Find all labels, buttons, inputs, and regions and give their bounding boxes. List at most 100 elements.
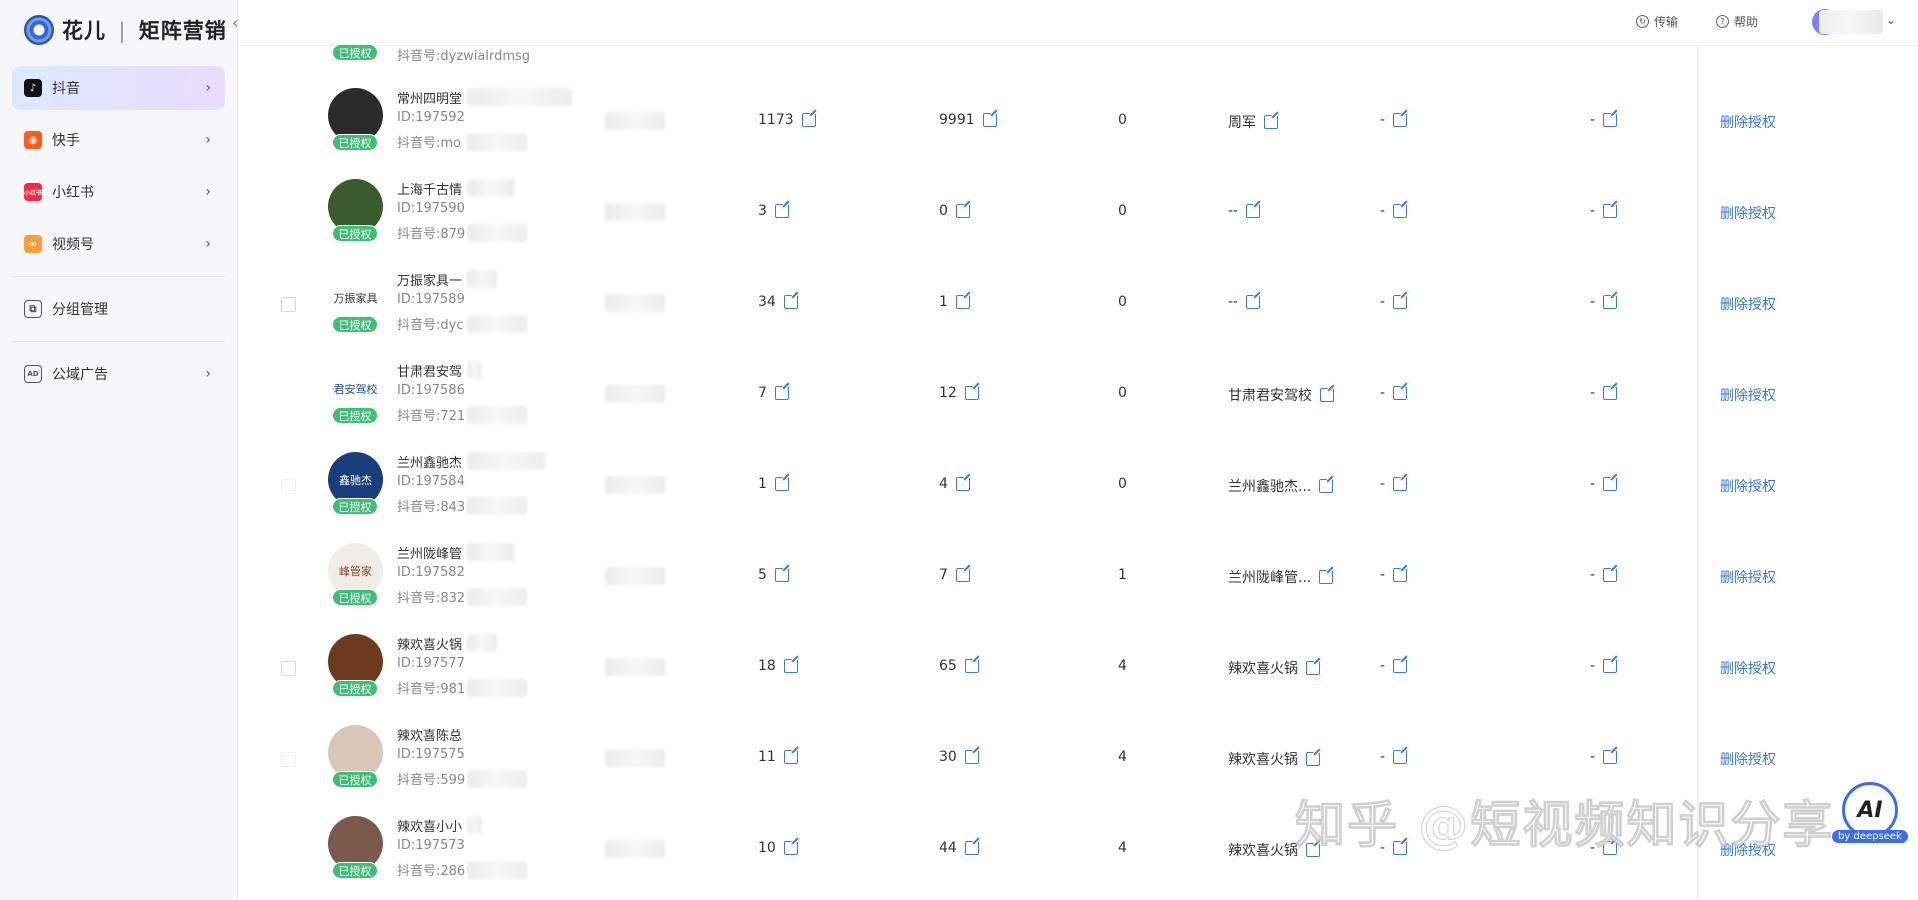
user-name-blurred[interactable] — [1819, 10, 1883, 34]
sidebar-item-douyin[interactable]: ♪ 抖音 › — [12, 66, 225, 110]
edit-icon[interactable] — [774, 386, 789, 400]
edit-icon[interactable] — [1603, 841, 1618, 855]
field-cell-5: - — [1380, 203, 1408, 219]
edit-icon[interactable] — [1603, 568, 1618, 582]
delete-authorization-link[interactable]: 删除授权 — [1720, 840, 1776, 860]
edit-icon[interactable] — [964, 841, 979, 855]
delete-authorization-link[interactable]: 删除授权 — [1720, 294, 1776, 314]
table-row: 君安驾校 已授权 甘肃君安驾 ID:197586 抖音号:721 7 12 0 甘肃君安驾校 - -… — [239, 351, 1918, 442]
edit-icon[interactable] — [1319, 570, 1334, 584]
metric-value: 10 — [758, 840, 776, 856]
edit-icon[interactable] — [1603, 204, 1618, 218]
edit-icon[interactable] — [1246, 204, 1261, 218]
sidebar-item-label: 快手 — [52, 133, 80, 149]
account-name: 兰州鑫驰杰 — [397, 456, 463, 471]
edit-icon[interactable] — [1393, 113, 1408, 127]
sidebar-item-xiaohongshu[interactable]: 小红书 小红书 › — [12, 170, 225, 214]
transfer-button[interactable]: ↻ 传输 — [1636, 13, 1678, 30]
edit-icon[interactable] — [1246, 295, 1261, 309]
edit-icon[interactable] — [1393, 386, 1408, 400]
field-cell-6: - — [1590, 749, 1618, 765]
edit-icon[interactable] — [783, 295, 798, 309]
collapse-sidebar-icon[interactable]: ‹ — [232, 13, 238, 32]
edit-icon[interactable] — [783, 659, 798, 673]
edit-icon[interactable] — [1306, 752, 1320, 766]
row-checkbox[interactable] — [281, 752, 296, 767]
edit-icon[interactable] — [1603, 477, 1618, 491]
edit-icon[interactable] — [1306, 843, 1320, 857]
field-value: - — [1380, 112, 1386, 128]
edit-icon[interactable] — [982, 113, 997, 127]
edit-icon[interactable] — [1603, 295, 1618, 309]
delete-authorization-link[interactable]: 删除授权 — [1720, 112, 1776, 132]
avatar-text: 万振家具 — [333, 291, 378, 305]
edit-icon[interactable] — [783, 841, 798, 855]
edit-icon[interactable] — [1319, 479, 1334, 493]
edit-icon[interactable] — [1393, 750, 1408, 764]
delete-authorization-link[interactable]: 删除授权 — [1720, 385, 1776, 405]
chevron-down-icon[interactable]: ⌄ — [1886, 13, 1896, 27]
edit-icon[interactable] — [1603, 113, 1618, 127]
edit-icon[interactable] — [964, 659, 979, 673]
edit-icon[interactable] — [1393, 659, 1408, 673]
account-id: ID:197575 — [397, 747, 465, 762]
avatar-text: 鑫驰杰 — [339, 473, 372, 487]
table-row: 鑫驰杰 已授权 兰州鑫驰杰 ID:197584 抖音号:843 1 4 0 兰州鑫驰杰... - -… — [239, 442, 1918, 533]
row-checkbox[interactable] — [281, 661, 296, 676]
delete-authorization-link[interactable]: 删除授权 — [1720, 658, 1776, 678]
edit-icon[interactable] — [1393, 477, 1408, 491]
edit-icon[interactable] — [955, 477, 970, 491]
metric-value: 65 — [939, 658, 957, 674]
edit-icon[interactable] — [1393, 568, 1408, 582]
blurred-text — [467, 816, 482, 834]
sidebar-item-kuaishou[interactable]: ◉ 快手 › — [12, 118, 225, 162]
edit-icon[interactable] — [774, 204, 789, 218]
delete-authorization-link[interactable]: 删除授权 — [1720, 749, 1776, 769]
edit-icon[interactable] — [964, 750, 979, 764]
field-cell-6: - — [1590, 203, 1618, 219]
sidebar-item-group-manage[interactable]: ⧉ 分组管理 — [12, 287, 225, 331]
field-cell-5: - — [1380, 567, 1408, 583]
sidebar-item-label: 分组管理 — [52, 302, 108, 318]
edit-icon[interactable] — [1306, 661, 1320, 675]
metric-count: 0 — [1118, 476, 1127, 492]
account-id: ID:197590 — [397, 201, 465, 216]
edit-icon[interactable] — [1393, 204, 1408, 218]
brand: 花儿 | 矩阵营销 — [0, 0, 237, 60]
row-checkbox[interactable] — [281, 297, 296, 312]
edit-icon[interactable] — [955, 568, 970, 582]
edit-icon[interactable] — [955, 204, 970, 218]
account-id: ID:197573 — [397, 838, 465, 853]
edit-icon[interactable] — [1603, 750, 1618, 764]
delete-authorization-link[interactable]: 删除授权 — [1720, 567, 1776, 587]
edit-icon[interactable] — [774, 568, 789, 582]
edit-icon[interactable] — [783, 750, 798, 764]
metric-cell-1: 5 — [758, 567, 789, 583]
table-row-partial: 已授权 抖音号:dyzwialrdmsg — [239, 44, 739, 64]
edit-icon[interactable] — [964, 386, 979, 400]
field-cell-5: - — [1380, 840, 1408, 856]
edit-icon[interactable] — [774, 477, 789, 491]
edit-icon[interactable] — [1603, 659, 1618, 673]
authorized-badge: 已授权 — [332, 44, 378, 61]
delete-authorization-link[interactable]: 删除授权 — [1720, 203, 1776, 223]
edit-icon[interactable] — [801, 113, 816, 127]
edit-icon[interactable] — [1393, 841, 1408, 855]
field-cell-6: - — [1590, 294, 1618, 310]
metric-cell-1: 1173 — [758, 112, 816, 128]
edit-icon[interactable] — [1320, 388, 1334, 402]
field-value: - — [1590, 203, 1596, 219]
edit-icon[interactable] — [1264, 115, 1278, 129]
blurred-text — [467, 179, 515, 197]
delete-authorization-link[interactable]: 删除授权 — [1720, 476, 1776, 496]
xiaohongshu-icon: 小红书 — [24, 183, 42, 201]
metric-cell-2: 12 — [939, 385, 979, 401]
row-checkbox[interactable] — [281, 479, 296, 494]
group-cell: -- — [1228, 294, 1261, 310]
sidebar-item-public-ads[interactable]: AD 公域广告 › — [12, 352, 225, 396]
help-button[interactable]: ? 帮助 — [1716, 13, 1758, 30]
sidebar-item-shipinhao[interactable]: ∞ 视频号 › — [12, 222, 225, 266]
edit-icon[interactable] — [1393, 295, 1408, 309]
edit-icon[interactable] — [955, 295, 970, 309]
edit-icon[interactable] — [1603, 386, 1618, 400]
